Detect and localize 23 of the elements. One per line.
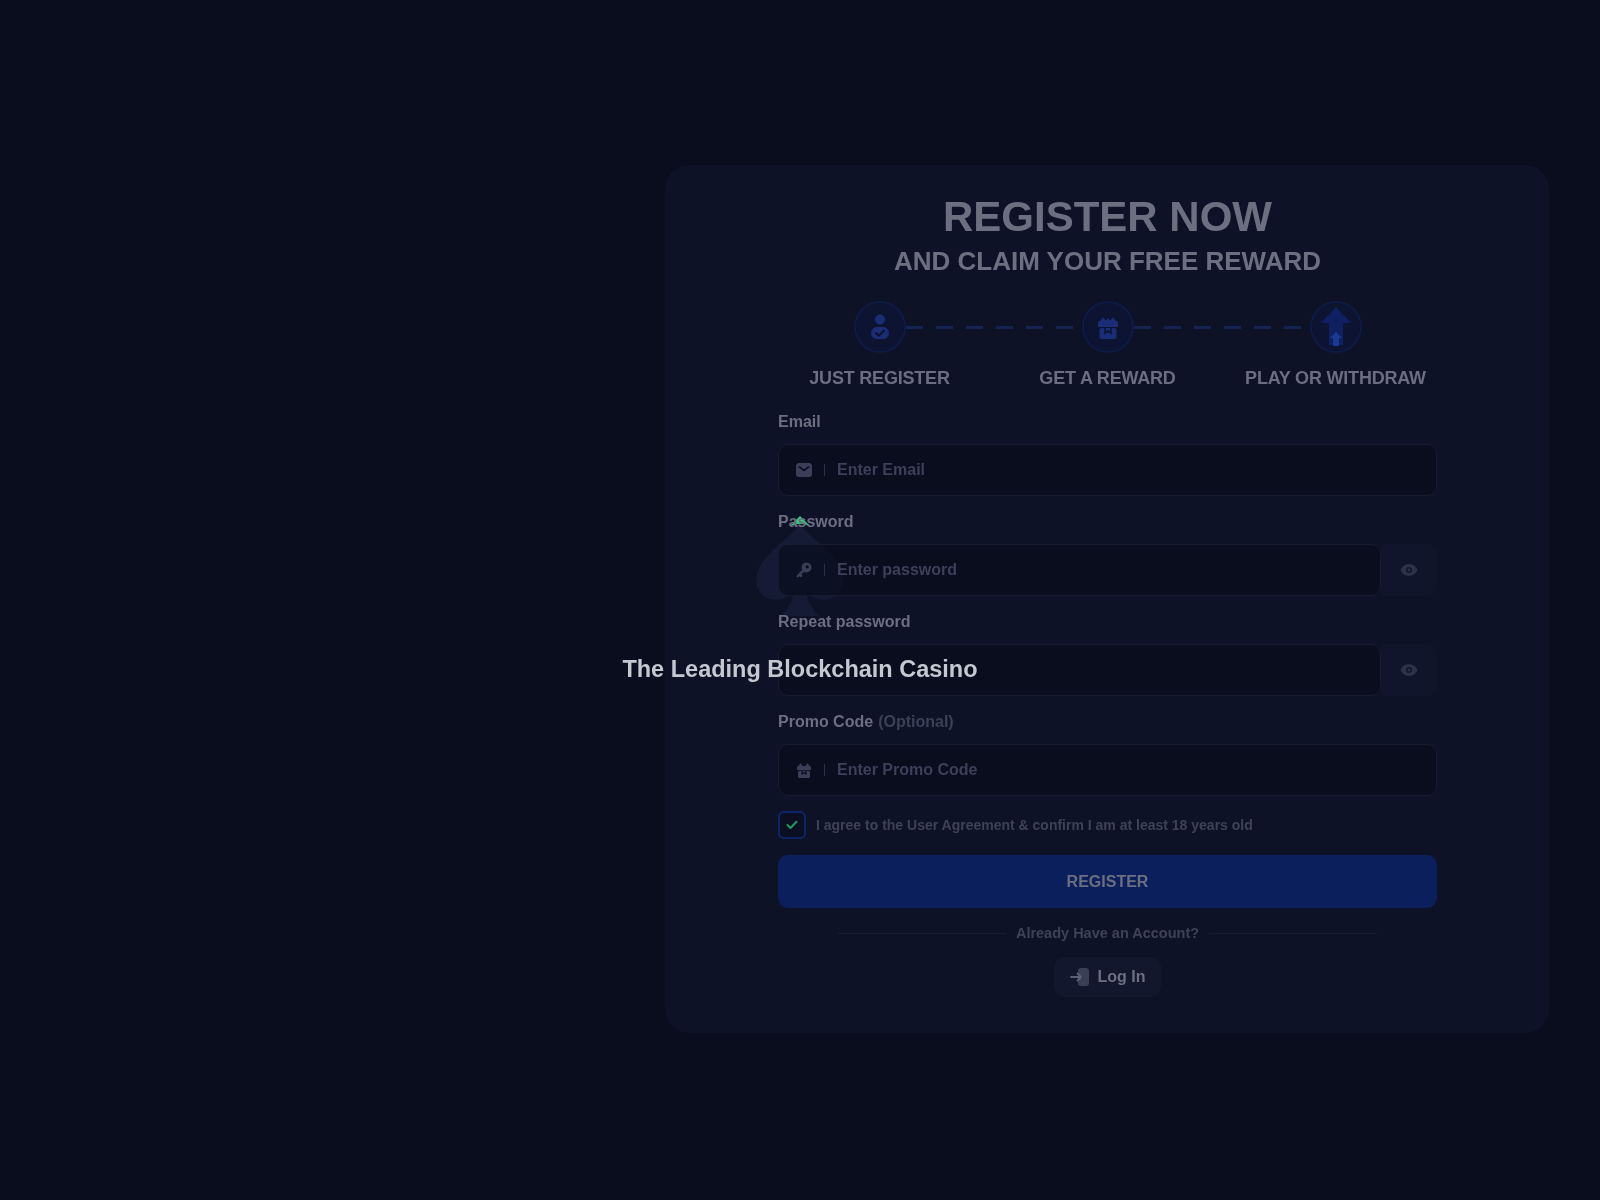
register-button[interactable]: REGISTER	[778, 855, 1437, 908]
checkbox[interactable]	[778, 811, 806, 839]
gift-icon	[796, 762, 812, 778]
gift-icon	[1081, 301, 1134, 353]
user-check-icon	[853, 301, 906, 353]
register-title: REGISTER NOW	[943, 194, 1272, 240]
email-field[interactable]: Enter Email	[778, 444, 1437, 496]
password-field[interactable]: Enter password	[778, 544, 1381, 596]
eye-icon	[1400, 664, 1418, 676]
eye-icon	[1400, 564, 1418, 576]
login-button[interactable]: Log In	[1053, 957, 1162, 997]
check-icon	[786, 820, 798, 830]
envelope-icon	[796, 463, 812, 477]
step-label: PLAY OR WITHDRAW	[1245, 367, 1426, 389]
step-label: GET A REWARD	[1039, 367, 1176, 389]
field-label: Repeat password	[778, 612, 911, 632]
field-label: Promo Code	[778, 712, 874, 732]
register-subtitle: AND CLAIM YOUR FREE REWARD	[893, 246, 1322, 276]
step-label: JUST REGISTER	[809, 367, 950, 389]
loading-tagline: The Leading Blockchain Casino	[622, 655, 978, 684]
promo-code-field[interactable]: Enter Promo Code	[778, 744, 1437, 796]
sign-in-icon	[1069, 967, 1090, 987]
field-label: Email	[778, 412, 821, 432]
